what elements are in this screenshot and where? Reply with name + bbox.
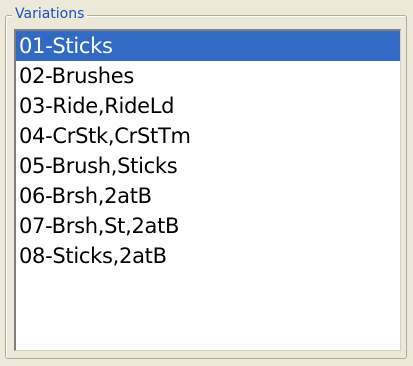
list-item-07[interactable]: 07-Brsh,St,2atB bbox=[16, 211, 400, 241]
list-item-03[interactable]: 03-Ride,RideLd bbox=[16, 91, 400, 121]
list-item-01[interactable]: 01-Sticks bbox=[16, 31, 400, 61]
variations-listbox[interactable]: 01-Sticks 02-Brushes 03-Ride,RideLd 04-C… bbox=[14, 29, 401, 351]
list-item-08[interactable]: 08-Sticks,2atB bbox=[16, 241, 400, 271]
list-item-06[interactable]: 06-Brsh,2atB bbox=[16, 181, 400, 211]
list-item-04[interactable]: 04-CrStk,CrStTm bbox=[16, 121, 400, 151]
list-item-02[interactable]: 02-Brushes bbox=[16, 61, 400, 91]
list-item-05[interactable]: 05-Brush,Sticks bbox=[16, 151, 400, 181]
variations-group-title: Variations bbox=[12, 5, 88, 23]
